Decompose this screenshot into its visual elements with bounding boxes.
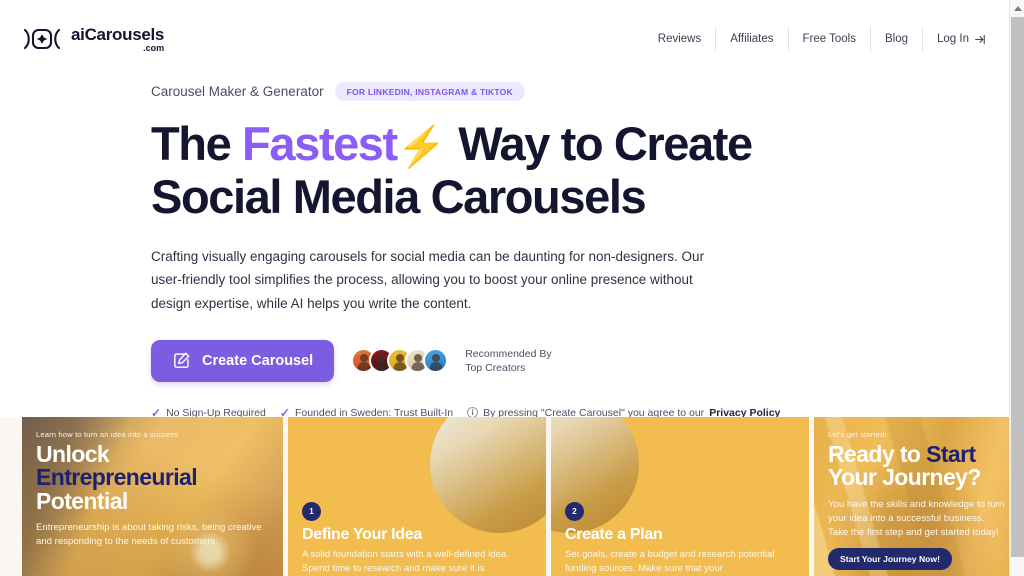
hero-cta-row: Create Carousel Recommended By Top Creat…: [151, 339, 1009, 382]
card-3-content: 2 Create a Plan Set goals, create a budg…: [551, 417, 809, 576]
card-4-body: You have the skills and knowledge to tur…: [828, 498, 1005, 538]
card-1-title-line2: Potential: [36, 487, 128, 514]
nav-item-blog[interactable]: Blog: [871, 26, 924, 52]
hero-section: Carousel Maker & Generator FOR LINKEDIN,…: [151, 80, 1009, 420]
login-button[interactable]: Log In: [923, 33, 987, 46]
recommended-line2: Top Creators: [465, 361, 526, 374]
lightning-bolt-icon: ⚡: [396, 125, 447, 169]
headline-accent: Fastest: [242, 117, 398, 170]
card-3-title: Create a Plan: [565, 525, 663, 543]
headline-line2: Social Media Carousels: [151, 169, 647, 223]
hero-eyebrow-row: Carousel Maker & Generator FOR LINKEDIN,…: [151, 80, 1009, 102]
card-4-title-white: Ready to: [828, 441, 927, 467]
carousel-card-4[interactable]: Let's get started! Ready to Start Your Jo…: [814, 417, 1009, 576]
card-1-title: Unlock Entrepreneurial Potential: [36, 441, 269, 514]
card-4-kicker: Let's get started!: [828, 430, 887, 439]
card-1-title-navy: Entrepreneurial: [36, 464, 198, 491]
headline-part1: The: [151, 117, 243, 170]
nav-item-free-tools[interactable]: Free Tools: [789, 26, 871, 52]
create-carousel-label: Create Carousel: [202, 352, 314, 369]
card-3-step-badge: 2: [565, 501, 584, 521]
site-header: aiCarousels .com Reviews Affiliates Free…: [0, 0, 1009, 78]
card-2-body: A solid foundation starts with a well-de…: [302, 549, 509, 574]
page-title: The Fastest⚡ Way to Create Social Media C…: [151, 117, 831, 223]
recommended-by-text: Recommended By Top Creators: [465, 347, 551, 375]
carousel-card-2[interactable]: 1 Define Your Idea A solid foundation st…: [288, 417, 546, 576]
creator-avatars: [351, 348, 449, 374]
main-navigation: Reviews Affiliates Free Tools Blog Log I…: [644, 26, 987, 52]
login-label: Log In: [937, 33, 969, 45]
brand-name-block: aiCarousels .com: [71, 26, 164, 53]
scrollbar-thumb[interactable]: [1011, 17, 1024, 557]
browser-viewport: aiCarousels .com Reviews Affiliates Free…: [0, 0, 1024, 576]
avatar: [423, 348, 449, 374]
card-4-title-line2: Your Journey?: [828, 464, 981, 491]
nav-item-reviews[interactable]: Reviews: [644, 26, 717, 52]
edit-square-icon: [174, 352, 190, 369]
card-1-body: Entrepreneurship is about taking risks, …: [36, 522, 262, 548]
platforms-badge: FOR LINKEDIN, INSTAGRAM & TIKTOK: [334, 81, 525, 101]
page-content: aiCarousels .com Reviews Affiliates Free…: [0, 0, 1009, 576]
carousel-card-1[interactable]: Learn how to turn an idea into a success…: [22, 417, 283, 576]
brand-name: aiCarousels: [71, 24, 165, 44]
create-carousel-button[interactable]: Create Carousel: [151, 339, 335, 382]
carousel-preview-strip[interactable]: Learn how to turn an idea into a success…: [0, 417, 1009, 576]
card-1-content: Learn how to turn an idea into a success…: [22, 417, 283, 576]
card-4-content: Let's get started! Ready to Start Your Jo…: [814, 417, 1009, 576]
headline-part2: Way to Create: [446, 117, 753, 170]
card-1-kicker: Learn how to turn an idea into a success: [36, 430, 179, 439]
bracket-diamond-logo-icon: [23, 28, 61, 50]
scroll-up-arrow-icon[interactable]: [1010, 0, 1024, 16]
hero-eyebrow: Carousel Maker & Generator: [151, 83, 324, 99]
nav-item-affiliates[interactable]: Affiliates: [716, 26, 789, 52]
carousel-card-3[interactable]: 2 Create a Plan Set goals, create a budg…: [551, 417, 809, 576]
card-3-body: Set goals, create a budget and research …: [565, 549, 775, 574]
start-journey-button[interactable]: Start Your Journey Now!: [828, 547, 952, 570]
card-4-title-navy: Start: [926, 441, 976, 467]
card-2-step-badge: 1: [302, 501, 321, 521]
brand-domain-suffix: .com: [143, 42, 165, 53]
hero-description: Crafting visually engaging carousels for…: [151, 249, 705, 311]
card-2-title: Define Your Idea: [302, 525, 422, 543]
login-arrow-icon: [975, 34, 985, 44]
card-2-content: 1 Define Your Idea A solid foundation st…: [288, 417, 546, 576]
vertical-scrollbar[interactable]: [1009, 0, 1024, 576]
brand-logo[interactable]: aiCarousels .com: [22, 26, 164, 53]
card-4-title: Ready to Start Your Journey?: [828, 441, 1005, 491]
recommended-line1: Recommended By: [465, 347, 552, 360]
card-1-title-white: Unlock: [36, 441, 110, 467]
